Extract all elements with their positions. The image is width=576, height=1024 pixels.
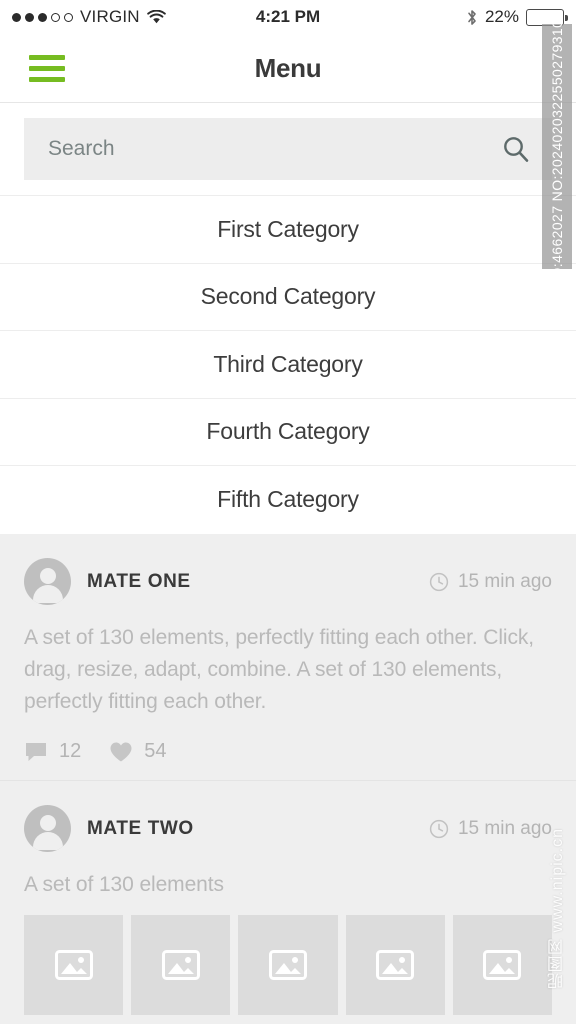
battery-icon <box>526 8 568 26</box>
image-thumbnail[interactable] <box>345 914 445 1015</box>
status-bar-left: VIRGIN <box>12 7 166 27</box>
post-author: MATE ONE <box>87 570 191 592</box>
clock-icon <box>429 819 449 839</box>
post-stats: 12 54 <box>24 724 552 780</box>
search-box[interactable] <box>24 118 552 180</box>
signal-dot-filled <box>12 12 21 22</box>
image-placeholder-icon <box>161 949 200 980</box>
battery-percentage: 22% <box>484 7 519 26</box>
post-body-text: A set of 130 elements <box>24 872 224 896</box>
image-thumbnail[interactable] <box>24 914 124 1015</box>
category-label: Third Category <box>213 350 363 377</box>
wifi-icon <box>146 10 166 24</box>
image-placeholder-icon <box>269 949 307 980</box>
avatar-body <box>32 585 63 603</box>
category-label: Fifth Category <box>217 486 359 513</box>
comment-bubble-icon <box>24 741 48 763</box>
heart-icon <box>109 741 133 763</box>
category-label: First Category <box>217 215 359 242</box>
image-thumbnail[interactable] <box>452 914 553 1015</box>
category-item-second[interactable]: Second Category <box>0 264 576 331</box>
category-item-fifth[interactable]: Fifth Category <box>0 466 576 534</box>
search-input[interactable] <box>48 137 502 161</box>
like-stat[interactable]: 54 <box>109 740 167 763</box>
bluetooth-icon <box>466 9 478 26</box>
signal-dot-filled <box>25 12 34 22</box>
page-title: Menu <box>254 52 322 83</box>
search-section <box>0 103 576 195</box>
image-placeholder-icon <box>376 949 415 980</box>
post-time-text: 15 min ago <box>457 570 552 592</box>
category-list: First Category Second Category Third Cat… <box>0 195 576 534</box>
avatar-body <box>32 832 63 850</box>
user-avatar-icon[interactable] <box>24 805 71 852</box>
activity-feed: MATE ONE 15 min ago A set of 130 element… <box>0 533 576 1024</box>
post-timestamp: 15 min ago <box>429 571 552 593</box>
post-body-text: A set of 130 elements, perfectly fitting… <box>24 625 535 713</box>
post-thumbnail-row <box>24 914 553 1024</box>
post-time-text: 15 min ago <box>457 817 552 839</box>
status-bar-right: 22% <box>466 7 568 27</box>
avatar-head <box>39 815 56 831</box>
hamburger-bar <box>29 65 65 71</box>
hamburger-bar <box>29 76 65 82</box>
category-item-fourth[interactable]: Fourth Category <box>0 399 576 466</box>
post-header: MATE ONE 15 min ago <box>24 558 552 606</box>
avatar-head <box>39 568 56 584</box>
category-item-third[interactable]: Third Category <box>0 331 576 399</box>
carrier-name: VIRGIN <box>80 7 140 26</box>
signal-dot-filled <box>38 12 47 22</box>
category-item-first[interactable]: First Category <box>0 196 576 264</box>
hamburger-menu-icon[interactable] <box>29 54 65 82</box>
navigation-bar: Menu <box>0 34 576 103</box>
clock-icon <box>429 572 449 592</box>
feed-post: MATE ONE 15 min ago A set of 130 element… <box>0 534 576 780</box>
user-avatar-icon[interactable] <box>24 558 71 605</box>
comment-stat[interactable]: 12 <box>24 740 81 763</box>
hamburger-bar <box>29 54 65 60</box>
post-author: MATE TWO <box>87 817 194 839</box>
post-header: MATE TWO 15 min ago <box>24 805 552 853</box>
post-timestamp: 15 min ago <box>429 818 552 840</box>
signal-dot-empty <box>64 12 73 22</box>
category-label: Second Category <box>200 283 376 310</box>
like-count: 54 <box>144 740 167 762</box>
image-thumbnail[interactable] <box>131 914 231 1015</box>
image-placeholder-icon <box>483 949 522 980</box>
comment-count: 12 <box>59 740 82 762</box>
category-label: Fourth Category <box>206 418 370 445</box>
signal-dot-empty <box>51 12 60 22</box>
status-bar: VIRGIN 4:21 PM 22% <box>0 0 576 34</box>
image-thumbnail[interactable] <box>238 914 338 1015</box>
signal-strength-dots <box>12 12 73 22</box>
phone-screen: VIRGIN 4:21 PM 22% Menu Search First Cat… <box>0 0 576 1024</box>
feed-post: MATE TWO 15 min ago A set of 130 element… <box>0 779 576 1024</box>
image-placeholder-icon <box>54 949 93 980</box>
search-icon[interactable] <box>502 135 530 163</box>
